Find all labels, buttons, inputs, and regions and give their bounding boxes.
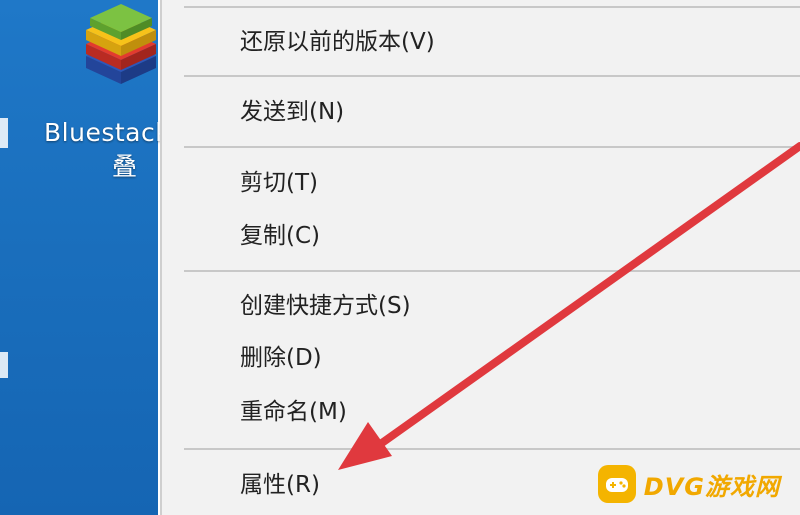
desktop-edge-fragment	[0, 352, 8, 378]
menu-item-create-shortcut[interactable]: 创建快捷方式(S)	[240, 286, 411, 326]
desktop-edge-fragment	[0, 118, 8, 148]
menu-separator	[184, 75, 800, 77]
menu-item-rename[interactable]: 重命名(M)	[240, 392, 347, 432]
desktop-shortcut-label-line1: Bluestack	[44, 118, 171, 147]
bluestacks-icon	[86, 4, 156, 84]
menu-item-properties[interactable]: 属性(R)	[240, 465, 320, 505]
context-menu: 还原以前的版本(V) 发送到(N) 剪切(T) 复制(C) 创建快捷方式(S) …	[160, 0, 800, 515]
menu-separator	[184, 270, 800, 272]
menu-separator	[184, 146, 800, 148]
menu-item-restore-previous-versions[interactable]: 还原以前的版本(V)	[240, 22, 435, 62]
menu-separator	[184, 448, 800, 450]
watermark-game-controller-icon	[597, 465, 636, 503]
watermark-text: DVG游戏网	[643, 472, 780, 501]
menu-item-cut[interactable]: 剪切(T)	[240, 163, 318, 203]
desktop: Bluestack 叠	[0, 0, 170, 515]
menu-item-delete[interactable]: 删除(D)	[240, 338, 322, 378]
menu-item-copy[interactable]: 复制(C)	[240, 216, 320, 256]
menu-item-send-to[interactable]: 发送到(N)	[240, 92, 344, 132]
screenshot: Bluestack 叠 还原以前的版本(V) 发送到(N) 剪切(T) 复制(C…	[0, 0, 800, 515]
watermark: DVG游戏网	[592, 461, 792, 507]
desktop-shortcut-bluestacks[interactable]: Bluestack 叠	[40, 0, 170, 200]
menu-separator	[184, 6, 800, 8]
